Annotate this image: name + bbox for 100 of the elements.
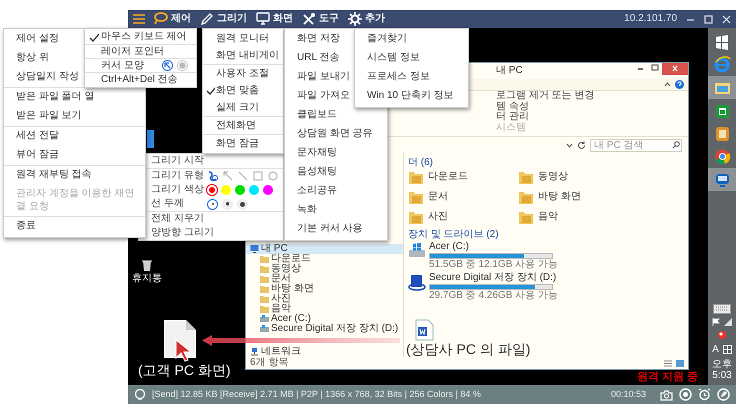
tree-item[interactable]: Acer (C:) xyxy=(246,314,403,324)
document-icon[interactable] xyxy=(414,319,434,341)
option-label: 그리기 색상 xyxy=(151,184,205,196)
toolbar-menu-button[interactable]: 화면 xyxy=(256,12,293,26)
color-swatch[interactable] xyxy=(221,185,231,195)
signal-icon[interactable] xyxy=(724,318,732,326)
record-icon[interactable] xyxy=(679,388,692,401)
tree-item[interactable]: 바탕 화면 xyxy=(246,284,403,294)
menu-item[interactable]: 녹화 xyxy=(285,201,387,220)
menu-item[interactable]: 실제 크기 xyxy=(203,99,283,116)
menu-item[interactable]: 커서 모양 xyxy=(85,58,196,72)
tree-item[interactable]: 내 PC xyxy=(246,244,403,254)
round-app-icon[interactable] xyxy=(717,330,727,340)
menu-item[interactable]: 레이저 포인터 xyxy=(85,44,196,58)
toolbar-menu-button[interactable]: 추가 xyxy=(348,12,385,26)
ribbon-command[interactable]: 템 속성 xyxy=(496,102,688,112)
dot-icon xyxy=(226,202,230,206)
chevron-up-icon[interactable] xyxy=(664,82,671,87)
grid-icon[interactable] xyxy=(722,345,732,354)
dropdown-icon[interactable] xyxy=(566,142,573,148)
remote-status-label: 원격 지원 중 xyxy=(636,370,698,384)
close-icon[interactable] xyxy=(662,63,688,75)
tree-item[interactable]: 네트워크 xyxy=(246,347,403,357)
window-grid-icon[interactable] xyxy=(714,33,730,50)
toolbar-menu-button[interactable]: 제어 xyxy=(154,12,191,26)
drive-name[interactable]: Secure Digital 저장 장치 (D:) xyxy=(429,273,558,283)
maximize-icon[interactable] xyxy=(704,14,713,24)
menu-item[interactable]: 소리공유 xyxy=(285,182,387,201)
flag-icon[interactable] xyxy=(712,318,720,326)
refresh-icon[interactable] xyxy=(577,140,586,150)
rectangle-icon[interactable] xyxy=(252,170,264,182)
menu-item[interactable]: 화면 맞춤 xyxy=(203,82,283,99)
tree-item[interactable]: 다운로드 xyxy=(246,254,403,264)
tree-item[interactable]: 동영상 xyxy=(246,264,403,274)
details-view-icon[interactable] xyxy=(664,360,672,366)
menu-item[interactable]: 원격 재부팅 접속 xyxy=(4,166,145,185)
tree-item[interactable]: 사진 xyxy=(246,294,403,304)
clock-time[interactable]: 오후 5:03 xyxy=(708,359,736,381)
folder-item[interactable]: 바탕 화면 xyxy=(518,187,628,207)
circle-icon[interactable] xyxy=(267,170,279,182)
line-width-option[interactable] xyxy=(207,198,218,210)
line-width-option[interactable] xyxy=(222,198,233,210)
menu-item[interactable]: 받은 파일 폴더 열 xyxy=(4,88,145,107)
close-icon[interactable] xyxy=(722,14,731,24)
ribbon-command[interactable]: 터 관리 xyxy=(496,112,688,122)
cursor-arrow-icon xyxy=(164,62,171,68)
menu-item[interactable]: 프로세스 정보 xyxy=(355,68,468,87)
tree-item[interactable]: 문서 xyxy=(246,274,403,284)
drive-name[interactable]: Acer (C:) xyxy=(429,242,558,252)
tree-item[interactable]: 음악 xyxy=(246,304,403,314)
menu-item[interactable]: 세션 전달 xyxy=(4,127,145,146)
input-mode-indicator[interactable]: A xyxy=(712,344,719,355)
recycle-bin-icon[interactable] xyxy=(140,258,154,272)
menu-item[interactable]: Ctrl+Alt+Del 전송 xyxy=(85,72,196,86)
letter-e-icon[interactable] xyxy=(714,56,730,73)
tree-item[interactable]: Secure Digital 저장 장치 (D:) xyxy=(246,324,403,334)
menu-item[interactable]: 문자채팅 xyxy=(285,144,387,163)
menu-item[interactable]: 클립보드 xyxy=(285,106,387,125)
folder-item[interactable]: 사진 xyxy=(408,207,518,227)
note-icon[interactable] xyxy=(714,125,730,142)
line-icon[interactable] xyxy=(237,170,249,182)
menu-item[interactable]: 종료 xyxy=(4,217,145,236)
cursor-option[interactable] xyxy=(162,60,173,70)
camera-icon[interactable] xyxy=(660,388,673,400)
ribbon-command[interactable]: 로그램 제거 또는 변경 xyxy=(496,91,688,102)
menu-item[interactable]: 전체화면 xyxy=(203,117,283,134)
keyboard-icon[interactable] xyxy=(713,304,731,314)
menu-item[interactable]: 상담원 화면 공유 xyxy=(285,125,387,144)
menu-icon[interactable] xyxy=(133,14,145,24)
menu-item[interactable]: Win 10 단축키 정보 xyxy=(355,87,468,106)
ip-address: 10.2.101.70 xyxy=(624,13,677,25)
menu-item[interactable]: 즐겨찾기 xyxy=(355,30,468,49)
color-swatch[interactable] xyxy=(235,185,245,195)
folder-item[interactable]: 문서 xyxy=(408,187,518,207)
menu-item[interactable]: 받은 파일 보기 xyxy=(4,107,145,126)
toolbar-menu-button[interactable]: 그리기 xyxy=(200,12,247,26)
folder-item[interactable]: 음악 xyxy=(518,207,628,227)
color-swatch[interactable] xyxy=(207,185,217,195)
help-icon[interactable] xyxy=(675,80,684,89)
menu-item[interactable]: 마우스 키보드 제어 xyxy=(85,30,196,44)
menu-item[interactable]: 음성채팅 xyxy=(285,163,387,182)
folder-item[interactable]: 다운로드 xyxy=(408,167,518,187)
edit-icon[interactable] xyxy=(717,388,730,401)
menu-item[interactable]: 기본 커서 사용 xyxy=(285,220,387,239)
menu-item[interactable]: 원격 모니터 xyxy=(203,30,283,47)
search-field[interactable]: 내 PC 검색 xyxy=(590,138,682,152)
toolbar-menu-button[interactable]: 도구 xyxy=(302,12,339,26)
line-width-option[interactable] xyxy=(237,198,248,210)
pen-icon[interactable] xyxy=(207,170,219,182)
menu-item[interactable]: 뷰어 잠금 xyxy=(4,146,145,165)
menu-item[interactable]: 화면 잠금 xyxy=(203,135,283,152)
menu-item[interactable]: 화면 내비게이 xyxy=(203,47,283,64)
alarm-icon[interactable] xyxy=(698,388,711,401)
wheel-icon[interactable] xyxy=(714,148,730,165)
color-swatch[interactable] xyxy=(249,185,259,195)
tiles-view-icon[interactable] xyxy=(676,360,684,366)
menu-item[interactable]: 시스템 정보 xyxy=(355,49,468,68)
color-swatch[interactable] xyxy=(263,185,273,195)
menu-item[interactable]: 사용자 조절 xyxy=(203,65,283,82)
folder-item[interactable]: 동영상 xyxy=(518,167,628,187)
